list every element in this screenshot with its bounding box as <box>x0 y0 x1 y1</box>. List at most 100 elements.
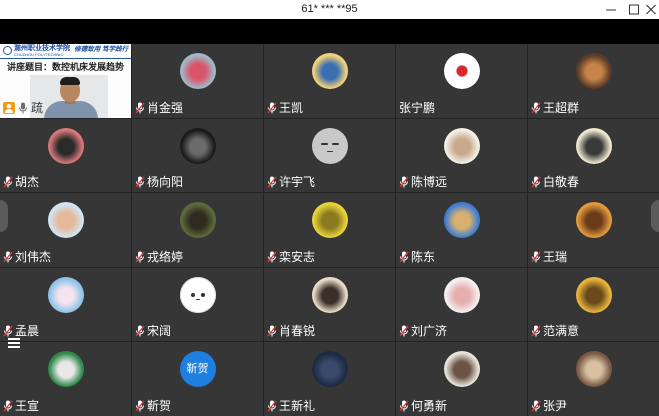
photo-avatar-icon <box>179 202 216 239</box>
participant-tile[interactable]: 肖金强 <box>132 44 263 118</box>
participant-tile[interactable]: 栾安志 <box>264 193 395 267</box>
participant-tile[interactable]: 刘广济 <box>396 267 527 342</box>
person-icon <box>3 102 15 115</box>
smiley-face-icon <box>179 276 216 313</box>
participant-name-label: 戎络婷 <box>135 250 183 264</box>
participant-tile[interactable]: 王宣 <box>0 342 131 416</box>
mic-muted-icon <box>3 251 13 263</box>
mic-muted-icon <box>135 102 145 114</box>
text-avatar-icon: 靳贺 <box>179 351 216 388</box>
maximize-icon[interactable] <box>627 3 641 16</box>
photo-avatar-icon <box>575 351 612 388</box>
school-name-english: CHUZHOU POLYTECHNIC <box>14 52 64 57</box>
slide-title: 讲座题目：数控机床发展趋势 <box>6 62 124 72</box>
face-eye <box>200 292 205 297</box>
mic-muted-icon <box>135 325 145 337</box>
participant-tile[interactable]: 宋阔 <box>132 267 263 342</box>
mic-muted-icon <box>135 176 145 188</box>
participant-name: 王新礼 <box>279 398 316 413</box>
participant-name: 何勇新 <box>411 398 448 413</box>
participant-name-label: 范满意 <box>531 324 579 338</box>
mic-muted-icon <box>399 400 409 412</box>
participant-grid: 滁州职业技术学院 CHUZHOU POLYTECHNIC 修德致用 笃学践行 讲… <box>0 44 659 416</box>
participant-tile[interactable]: 王新礼 <box>264 342 395 416</box>
photo-avatar-icon <box>575 53 612 89</box>
presenter-name: 疏 <box>31 100 44 115</box>
participant-tile[interactable]: 王超群 <box>528 44 659 118</box>
red-flower-icon <box>443 53 480 89</box>
photo-avatar-icon <box>443 202 480 239</box>
participant-tile[interactable]: 王瑞 <box>528 193 659 267</box>
participant-name: 许宇飞 <box>279 175 316 190</box>
presenter-name-label: 疏 <box>3 100 44 115</box>
face-eye <box>190 292 195 297</box>
participant-tile[interactable]: 许宇飞 <box>264 118 395 193</box>
next-page-tab[interactable] <box>651 200 659 232</box>
participant-tile[interactable]: 刘伟杰 <box>0 193 131 267</box>
participant-name-label: 靳贺 <box>135 399 171 413</box>
participant-name: 宋阔 <box>147 324 172 339</box>
participant-name-label: 杨向阳 <box>135 175 183 189</box>
participant-tile[interactable]: 白敬春 <box>528 118 659 193</box>
cartoon-avatar-icon <box>575 276 612 313</box>
participant-tile[interactable]: 张宁鹏 <box>396 44 527 118</box>
participant-tile[interactable]: 范满意 <box>528 267 659 342</box>
participant-name: 范满意 <box>543 324 580 339</box>
participant-tile[interactable]: 靳贺 靳贺 <box>132 342 263 416</box>
previous-page-tab[interactable] <box>0 200 8 232</box>
participant-tile[interactable]: 肖春锐 <box>264 267 395 342</box>
participant-name: 肖春锐 <box>279 324 316 339</box>
mic-muted-icon <box>531 325 541 337</box>
window-title: 61* *** **95 <box>301 3 358 15</box>
mic-muted-icon <box>3 176 13 188</box>
participant-tile[interactable]: 胡杰 <box>0 118 131 193</box>
mic-muted-icon <box>267 102 277 114</box>
participant-tile[interactable]: 何勇新 <box>396 342 527 416</box>
participant-name-label: 宋阔 <box>135 324 171 338</box>
participant-name: 陈博远 <box>411 175 448 190</box>
school-motto: 修德致用 笃学践行 <box>74 46 128 53</box>
participant-name: 王超群 <box>543 100 580 115</box>
participant-tile[interactable]: 张尹 <box>528 342 659 416</box>
participant-name-label: 张宁鹏 <box>399 101 435 115</box>
minimize-icon[interactable] <box>604 3 618 16</box>
participant-tile[interactable]: 陈博远 <box>396 118 527 193</box>
slide-divider <box>0 58 131 59</box>
participant-tile[interactable]: 孟晨 <box>0 267 131 342</box>
anime-avatar-icon <box>179 53 216 89</box>
face-mouth <box>195 298 200 301</box>
face-mouth <box>326 150 333 153</box>
participant-name: 白敬春 <box>543 175 580 190</box>
close-icon[interactable] <box>644 3 658 16</box>
mic-muted-icon <box>531 251 541 263</box>
participant-name-label: 张尹 <box>531 399 567 413</box>
participant-name-label: 孟晨 <box>3 324 39 338</box>
top-toolbar-strip <box>0 19 659 44</box>
participant-name-label: 刘广济 <box>399 324 447 338</box>
participant-tile[interactable]: 王凯 <box>264 44 395 118</box>
participant-tile[interactable]: 杨向阳 <box>132 118 263 193</box>
participant-name-label: 肖春锐 <box>267 324 315 338</box>
participant-name-label: 陈博远 <box>399 175 447 189</box>
mic-icon <box>18 102 28 114</box>
mic-muted-icon <box>531 176 541 188</box>
participant-name: 王宣 <box>15 398 40 413</box>
participant-name: 胡杰 <box>15 175 40 190</box>
presenter-hair <box>60 77 80 85</box>
menu-icon[interactable] <box>8 338 20 349</box>
photo-avatar-icon <box>47 127 84 164</box>
participant-name: 刘广济 <box>411 324 448 339</box>
anime-avatar-icon <box>47 276 84 313</box>
mic-muted-icon <box>135 400 145 412</box>
participant-name: 栾安志 <box>279 249 316 264</box>
mic-muted-icon <box>267 400 277 412</box>
mic-muted-icon <box>267 325 277 337</box>
participant-name-label: 王凯 <box>267 101 303 115</box>
cartoon-avatar-icon <box>47 202 84 239</box>
participant-tile[interactable]: 陈东 <box>396 193 527 267</box>
mic-muted-icon <box>3 325 13 337</box>
presenter-tile[interactable]: 滁州职业技术学院 CHUZHOU POLYTECHNIC 修德致用 笃学践行 讲… <box>0 44 131 118</box>
school-logo-icon <box>3 46 12 55</box>
participant-tile[interactable]: 戎络婷 <box>132 193 263 267</box>
participant-name-label: 许宇飞 <box>267 175 315 189</box>
